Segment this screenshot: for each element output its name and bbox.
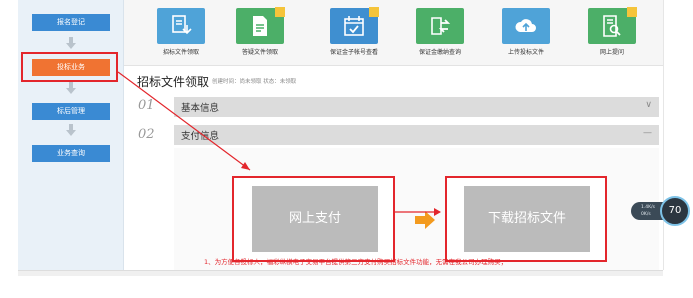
speed-widget[interactable]: 1.4K/s 0K/s 70: [631, 196, 691, 226]
horizontal-scrollbar[interactable]: [18, 270, 663, 276]
notice-text: 1、为方便各投标人，福彩纵横电子交易平台提供第三方支付购买招标文件功能，无需在我…: [204, 258, 508, 266]
cloud-upload-icon: [502, 8, 550, 44]
document-search-icon: [588, 7, 637, 44]
checked-badge-icon: [627, 7, 637, 17]
online-pay-button[interactable]: 网上支付: [252, 186, 378, 252]
download-speed: 0K/s: [641, 212, 651, 217]
tool-deposit-account[interactable]: 保证金子帐号查看: [314, 7, 394, 56]
sidebar-highlight-box: [21, 52, 118, 82]
sidebar-item-post-bid[interactable]: 标后管理: [32, 103, 110, 120]
section-payment-info[interactable]: 支付信息 —: [174, 125, 659, 145]
right-arrow-icon: [415, 211, 435, 229]
usage-percent: 70: [660, 196, 690, 226]
document-receive-icon: [157, 8, 205, 44]
main-content: 招标文件领取 创建时间：尚未领取 状态：未领取 01 基本信息 ∨ 02 支付信…: [124, 66, 663, 270]
download-bid-doc-button[interactable]: 下载招标文件: [464, 186, 590, 252]
toolbar: 招标文件领取 答疑文件领取 保证金子帐号查看 保证金缴纳查询 上传投标文件 网上…: [124, 0, 693, 66]
transfer-icon: [416, 8, 464, 44]
down-arrow-icon: [66, 37, 76, 49]
section-basic-info[interactable]: 基本信息 ∨: [174, 97, 659, 117]
down-arrow-icon: [66, 82, 76, 94]
tool-online-question[interactable]: 网上提问: [572, 7, 652, 56]
upload-speed: 1.4K/s: [641, 205, 655, 210]
down-arrow-icon: [66, 124, 76, 136]
sidebar: 报名登记 投标业务 标后管理 业务查询: [18, 0, 124, 270]
page-title: 招标文件领取: [137, 75, 210, 89]
sidebar-item-register[interactable]: 报名登记: [32, 14, 110, 31]
document-edit-icon: [236, 7, 285, 44]
tool-upload-bid[interactable]: 上传投标文件: [486, 8, 566, 56]
checked-badge-icon: [275, 7, 285, 17]
expand-icon[interactable]: ∨: [645, 100, 652, 110]
right-strip: [663, 0, 693, 270]
page-meta: 创建时间：尚未领取 状态：未领取: [212, 79, 297, 85]
section-title: 支付信息: [181, 131, 220, 142]
section-title: 基本信息: [181, 103, 220, 114]
tool-deposit-query[interactable]: 保证金缴纳查询: [400, 8, 480, 56]
checked-badge-icon: [369, 7, 379, 17]
tool-receive-qa-doc[interactable]: 答疑文件领取: [220, 7, 300, 56]
sidebar-item-query[interactable]: 业务查询: [32, 145, 110, 162]
tool-receive-bid-doc[interactable]: 招标文件领取: [141, 8, 221, 56]
section-number: 01: [138, 98, 155, 113]
section-number: 02: [138, 127, 155, 142]
collapse-icon[interactable]: —: [643, 128, 652, 138]
calendar-check-icon: [330, 7, 379, 44]
